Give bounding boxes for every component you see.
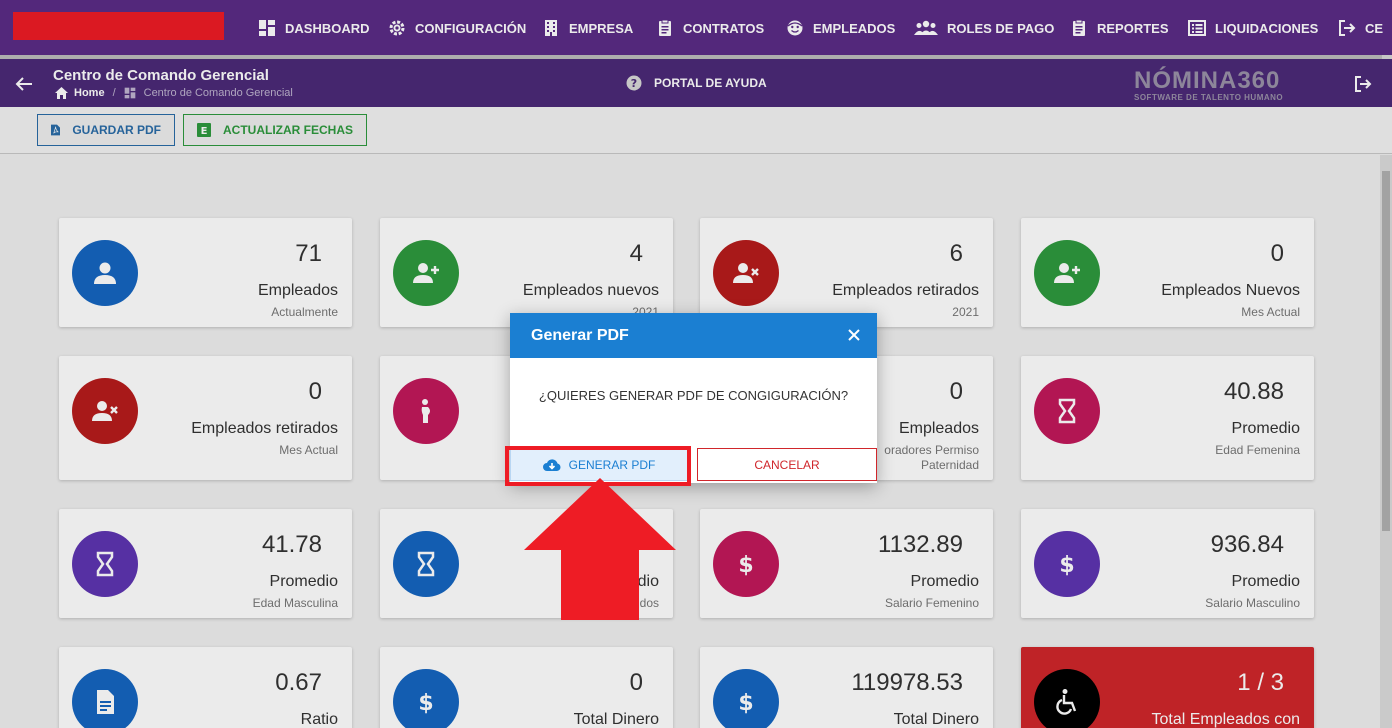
modal-title: Generar PDF [531,326,629,344]
cancel-button[interactable]: CANCELAR [697,448,877,481]
cancel-label: CANCELAR [754,457,820,472]
modal-question: ¿QUIERES GENERAR PDF DE CONGIGURACIÓN? [538,388,849,403]
red-arrow-annotation [524,478,676,620]
modal-header: Generar PDF [510,313,877,358]
close-icon[interactable] [846,327,862,343]
